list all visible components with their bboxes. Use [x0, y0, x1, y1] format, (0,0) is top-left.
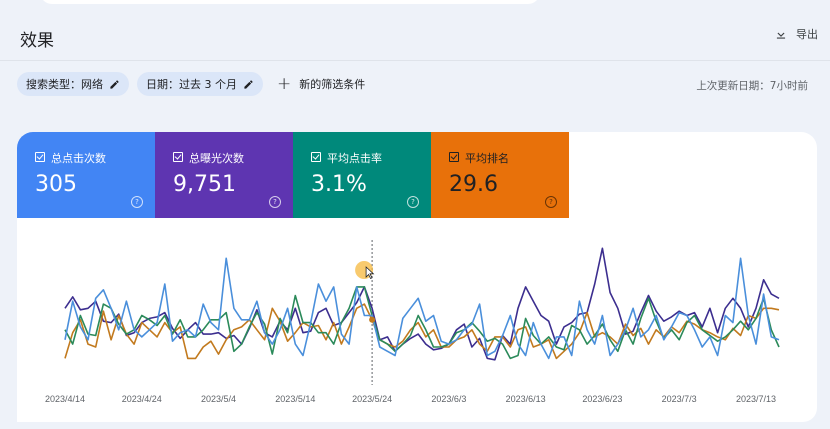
- series-line-impressions[interactable]: [64, 247, 780, 361]
- metric-value: 9,751: [173, 172, 236, 197]
- x-axis-tick-label: 2023/4/14: [45, 394, 85, 404]
- metric-tabs: 总点击次数 305 ? 总曝光次数 9,751 ? 平均点击率 3.1% ? 平…: [17, 132, 569, 218]
- x-axis-tick-label: 2023/7/13: [736, 394, 776, 404]
- metric-label: 平均排名: [465, 152, 509, 165]
- checkbox-checked-icon: [311, 152, 321, 162]
- header-divider: [0, 60, 830, 61]
- metric-value: 3.1%: [311, 172, 367, 197]
- edit-pencil-icon: [244, 79, 253, 89]
- x-axis-tick-label: 2023/7/3: [662, 394, 697, 404]
- series-line-clicks[interactable]: [64, 257, 780, 360]
- edit-pencil-icon: [110, 79, 119, 89]
- add-filter-button[interactable]: + 新的筛选条件: [277, 73, 366, 94]
- series-line-ctr[interactable]: [64, 286, 780, 360]
- help-icon[interactable]: ?: [407, 196, 419, 208]
- last-update-text: 上次更新日期：7小时前: [696, 80, 808, 92]
- metric-label: 总点击次数: [51, 152, 106, 165]
- checkbox-checked-icon: [449, 152, 459, 162]
- filter-chip-search-type[interactable]: 搜索类型：网络: [17, 72, 129, 96]
- x-axis-tick-label: 2023/4/24: [122, 394, 162, 404]
- metric-label: 平均点击率: [327, 152, 382, 165]
- x-axis-tick-label: 2023/6/13: [506, 394, 546, 404]
- checkbox-checked-icon: [35, 152, 45, 162]
- top-card-edge: [40, 0, 540, 4]
- x-axis-tick-label: 2023/5/24: [352, 394, 392, 404]
- filter-bar: 搜索类型：网络 日期：过去 3 个月 + 新的筛选条件: [17, 72, 365, 96]
- help-icon[interactable]: ?: [545, 196, 557, 208]
- metric-total-impressions[interactable]: 总曝光次数 9,751 ?: [155, 132, 293, 218]
- add-filter-label: 新的筛选条件: [299, 78, 366, 91]
- export-label: 导出: [796, 28, 818, 41]
- hover-point-marker: [369, 316, 376, 323]
- checkbox-checked-icon: [173, 152, 183, 162]
- performance-card: 2023/4/14 2023/4/24 2023/5/4 2023/5/14 2023/…: [17, 132, 817, 422]
- x-axis-tick-label: 2023/5/4: [201, 394, 236, 404]
- filter-chip-label: 日期：过去 3 个月: [146, 78, 237, 91]
- x-axis-tick-label: 2023/6/23: [582, 394, 622, 404]
- metric-average-ctr[interactable]: 平均点击率 3.1% ?: [293, 132, 431, 218]
- filter-chip-date[interactable]: 日期：过去 3 个月: [137, 72, 263, 96]
- page-title: 效果: [20, 31, 54, 51]
- metric-value: 305: [35, 172, 77, 197]
- metric-label: 总曝光次数: [189, 152, 244, 165]
- filter-chip-label: 搜索类型：网络: [26, 78, 103, 91]
- metric-average-position[interactable]: 平均排名 29.6 ?: [431, 132, 569, 218]
- export-button[interactable]: 导出: [774, 26, 818, 42]
- help-icon[interactable]: ?: [269, 196, 281, 208]
- metric-total-clicks[interactable]: 总点击次数 305 ?: [17, 132, 155, 218]
- help-icon[interactable]: ?: [131, 196, 143, 208]
- metric-value: 29.6: [449, 172, 498, 197]
- x-axis-tick-label: 2023/6/3: [431, 394, 466, 404]
- download-icon: [776, 28, 786, 39]
- plus-icon: +: [277, 73, 292, 94]
- x-axis-tick-label: 2023/5/14: [275, 394, 315, 404]
